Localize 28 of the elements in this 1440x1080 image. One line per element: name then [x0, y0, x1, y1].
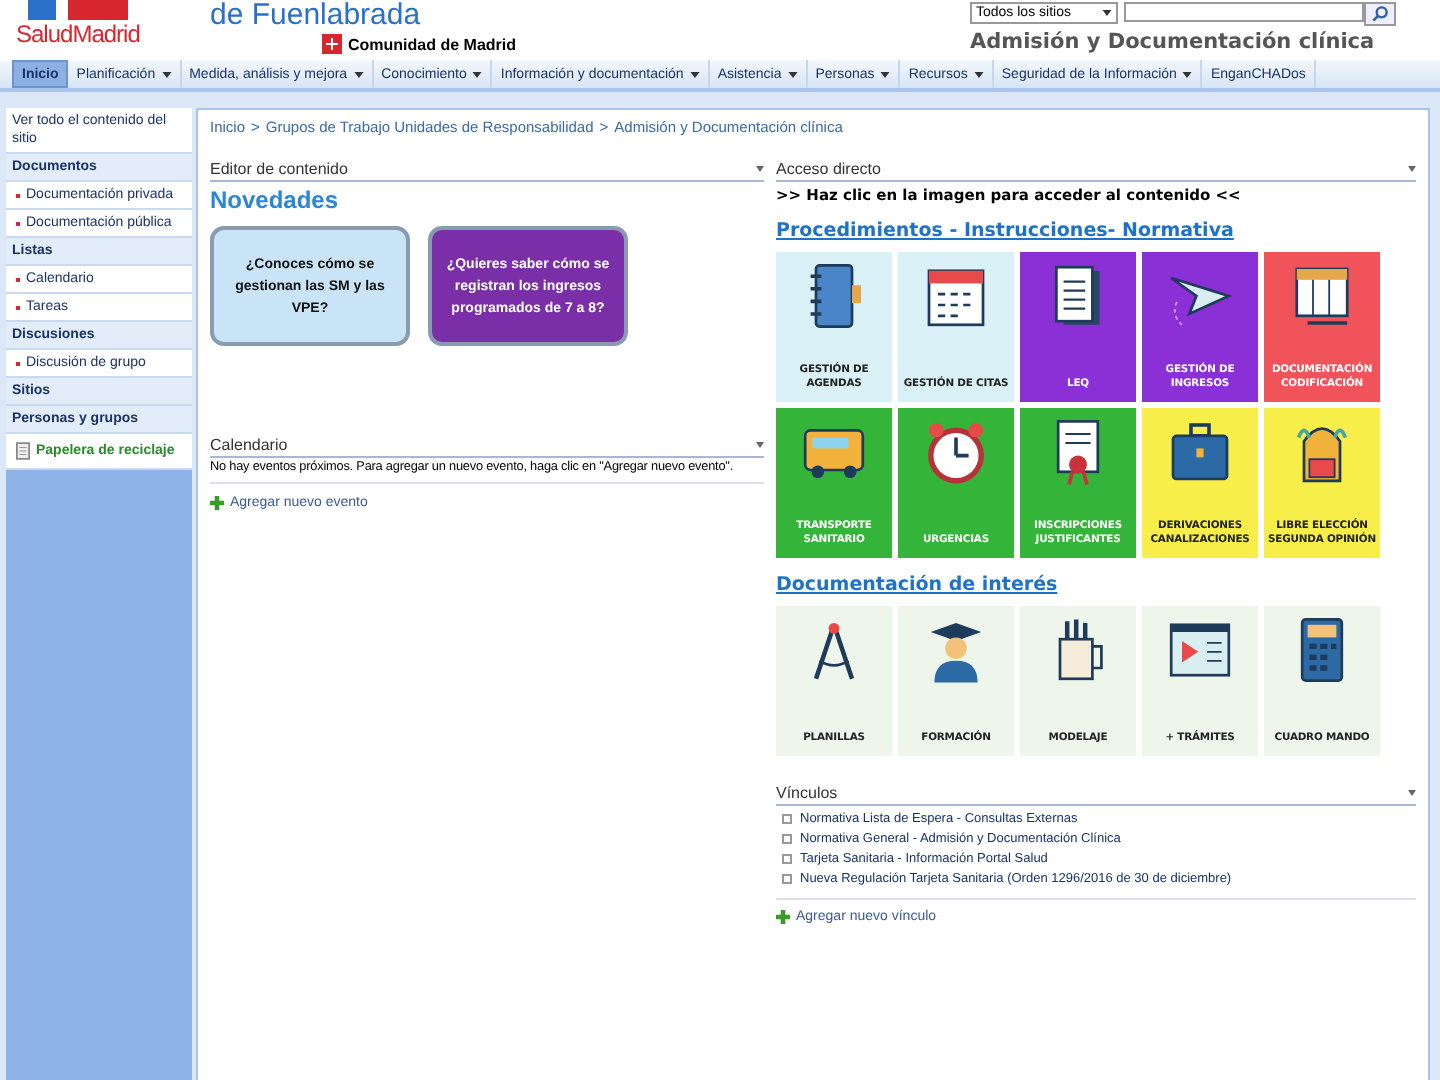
webpart-title: Vínculos [776, 784, 838, 802]
webpart-title: Editor de contenido [210, 160, 348, 178]
search-field[interactable] [1124, 2, 1364, 22]
caret-icon[interactable] [689, 71, 700, 77]
caret-icon[interactable] [756, 442, 764, 448]
caret-icon[interactable] [161, 71, 172, 77]
caret-icon[interactable] [756, 166, 764, 172]
news-heading: Novedades [210, 186, 341, 214]
plus-icon [210, 496, 224, 510]
logo-text: SaludMadrid [16, 20, 142, 48]
caret-icon[interactable] [880, 71, 891, 77]
caret-icon[interactable] [787, 71, 798, 77]
site-name: de Fuenlabrada [210, 0, 423, 32]
caret-icon[interactable] [353, 71, 364, 77]
caret-icon[interactable] [1102, 10, 1112, 16]
org-name: Comunidad de Madrid [348, 35, 516, 53]
caret-icon[interactable] [1408, 790, 1416, 796]
caret-icon[interactable] [1408, 166, 1416, 172]
plus-icon [776, 910, 790, 924]
webpart-title: Acceso directo [776, 160, 881, 178]
search-icon[interactable] [1364, 2, 1396, 26]
section-link[interactable]: Documentación de interés [776, 574, 1416, 596]
page-title: Admisión y Documentación clínica [970, 30, 1375, 54]
caret-icon[interactable] [472, 71, 483, 77]
caret-icon[interactable] [1182, 71, 1193, 77]
section-link[interactable]: Procedimientos - Instrucciones- Normativa [776, 220, 1416, 242]
caret-icon[interactable] [973, 71, 984, 77]
webpart-title: Calendario [210, 436, 288, 454]
